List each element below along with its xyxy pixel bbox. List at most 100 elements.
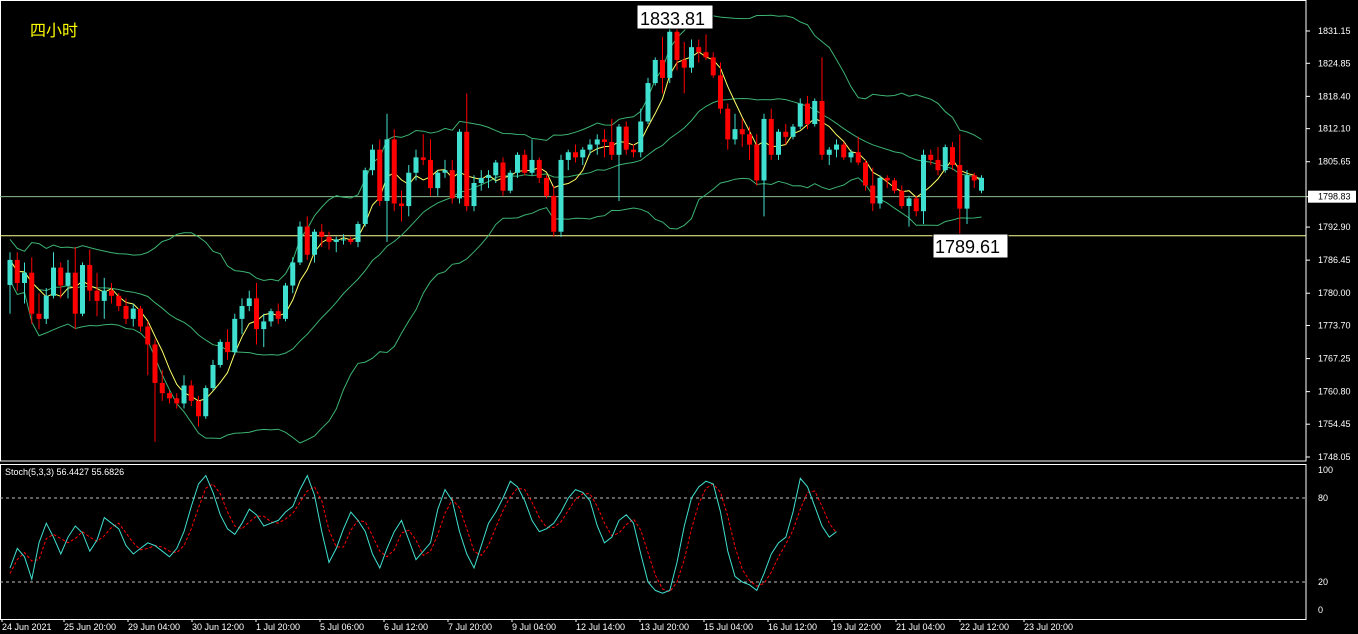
price-tick-label: 1805.65 [1318,157,1351,167]
stoch-signal-line [9,483,837,593]
price-tick-label: 1780.00 [1318,288,1351,298]
bull-candle [558,159,564,232]
bull-candle [594,139,600,145]
bear-candle [674,31,680,60]
bear-candle [681,59,687,68]
bear-candle [609,141,615,155]
bull-candle [652,59,658,84]
bear-candle [573,152,578,158]
bull-candle [43,295,49,319]
bear-candle [544,177,549,196]
bull-candle [130,308,136,319]
bull-candle [638,121,644,153]
bear-candle [377,149,383,201]
bull-candle [493,162,499,176]
price-tick-label: 1748.05 [1318,452,1351,462]
stoch-main-line [9,474,837,594]
bull-candle [515,154,520,173]
price-tick-label: 1773.70 [1318,321,1351,331]
time-tick-label: 12 Jul 14:00 [576,622,625,632]
bear-candle [145,326,151,345]
bear-candle [304,226,310,255]
bull-candle [616,126,622,155]
bull-candle [507,172,513,191]
bear-candle [768,118,774,155]
bear-candle [747,134,752,145]
bear-candle [522,154,528,173]
bear-candle [167,393,172,399]
bull-candle [877,177,883,204]
price-tick-label: 1792.90 [1318,222,1351,232]
bull-candle [290,262,296,286]
stoch-tick-label: 100 [1318,465,1333,475]
bear-candle [841,144,847,158]
bull-candle [283,285,288,319]
bear-candle [950,147,955,166]
bull-candle [246,298,252,307]
bull-candle [471,182,477,207]
bull-candle [413,157,419,173]
time-tick-label: 23 Jul 20:00 [1024,622,1073,632]
bull-candle [268,311,274,322]
bull-candle [906,198,912,207]
bull-candle [370,149,375,171]
bear-candle [551,195,557,232]
bear-candle [703,52,709,58]
bear-candle [500,162,506,191]
bear-candle [660,59,665,78]
high-callout-text: 1833.81 [640,9,705,29]
bear-candle [928,154,934,160]
price-tick-label: 1818.40 [1318,91,1351,101]
bear-candle [36,313,42,319]
bull-candle [22,272,27,283]
time-tick-label: 9 Jul 04:00 [512,622,556,632]
bear-candle [754,144,760,181]
bull-candle [65,272,71,286]
bear-candle [710,57,716,76]
bear-candle [174,398,180,404]
low-callout-text: 1789.61 [935,237,1000,257]
bull-candle [384,139,390,201]
bear-candle [152,344,158,383]
bull-candle [406,172,412,207]
bear-candle [739,129,745,135]
stochastic-axis: 100 80 20 0 [1318,465,1333,615]
bear-candle [718,75,723,109]
bull-candle [964,175,970,209]
price-tick-label: 1754.45 [1318,419,1351,429]
time-tick-label: 19 Jul 22:00 [832,622,881,632]
bull-candle [239,306,245,319]
bull-candle [834,144,839,150]
bull-candle [362,170,368,225]
time-tick-label: 25 Jun 20:00 [64,622,116,632]
chart-canvas[interactable]: 1831.15 1824.85 1818.40 1812.10 1805.65 1798.… [0,0,1358,634]
bear-candle [29,272,35,314]
stoch-tick-label: 0 [1318,605,1323,615]
stochastic-pane [0,464,1307,620]
time-tick-label: 5 Jul 06:00 [320,622,364,632]
bull-candle [435,172,441,189]
bear-candle [819,100,825,155]
bear-candle [319,231,325,237]
bull-candle [790,126,796,137]
bear-candle [109,290,114,296]
bull-candle [812,100,818,125]
bull-candle [797,103,803,127]
bull-candle [333,239,339,242]
bear-candle [123,306,129,319]
bull-candle [51,267,56,296]
bear-candle [254,298,259,330]
time-tick-label: 1 Jul 20:00 [256,622,300,632]
bull-candle [7,259,13,286]
bear-candle [805,103,810,125]
bear-candle [957,165,963,209]
bull-candle [232,318,238,353]
bear-candle [326,236,332,242]
bull-candle [529,159,535,173]
bull-candle [587,144,593,150]
bear-candle [855,152,861,163]
bull-candle [261,321,267,330]
bear-candle [449,170,455,199]
bull-candle [761,118,767,181]
time-tick-label: 22 Jul 12:00 [960,622,1009,632]
